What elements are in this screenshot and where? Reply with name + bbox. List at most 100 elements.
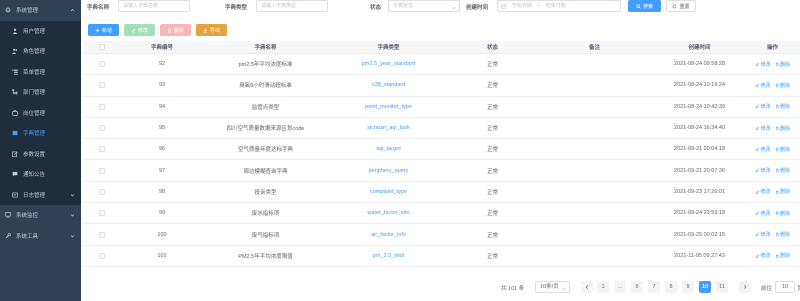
select-all-checkbox[interactable] xyxy=(98,44,105,50)
dict-type-link[interactable]: pm_2.5_limit xyxy=(327,253,450,259)
sidebar-group-monitor[interactable]: 系统监控 xyxy=(0,205,81,226)
date-range-picker[interactable]: 开始日期 - 结束日期 xyxy=(497,0,621,12)
page-number-button[interactable]: 8 xyxy=(665,281,677,293)
row-checkbox[interactable] xyxy=(98,103,105,110)
row-checkbox[interactable] xyxy=(98,210,105,217)
page-number-button[interactable]: 7 xyxy=(648,281,660,293)
sidebar-item-user[interactable]: 用户管理 xyxy=(0,20,81,41)
sidebar-item-dict[interactable]: 字典管理 xyxy=(0,123,81,144)
trash-icon xyxy=(775,190,780,195)
end-date-input[interactable]: 结束日期 xyxy=(546,1,566,11)
row-delete-button[interactable]: 删除 xyxy=(775,103,790,110)
sidebar-item-label: 用户管理 xyxy=(23,28,46,35)
row-edit-button[interactable]: 修改 xyxy=(755,231,771,238)
page-size-select[interactable]: 10条/页 xyxy=(535,281,570,293)
dict-icon xyxy=(12,130,18,136)
chevron-down-icon xyxy=(452,4,456,10)
row-edit-button[interactable]: 修改 xyxy=(755,82,771,89)
page-number-button[interactable]: 1 xyxy=(597,281,609,293)
dict-type-link[interactable]: periphery_query xyxy=(327,168,450,174)
row-delete-button[interactable]: 删除 xyxy=(775,61,790,68)
add-button[interactable]: 新增 xyxy=(88,24,119,36)
dict-type-link[interactable]: pm2.5_year_standard xyxy=(327,61,450,67)
cell-status: 正常 xyxy=(486,83,498,90)
header-remark: 备注 xyxy=(588,45,600,51)
row-checkbox[interactable] xyxy=(98,167,105,174)
dict-type-link[interactable]: sichuan_aqi_task xyxy=(327,125,450,131)
sidebar-item-config[interactable]: 参数设置 xyxy=(0,143,81,164)
row-checkbox[interactable] xyxy=(98,125,105,132)
row-delete-button[interactable]: 删除 xyxy=(775,188,790,195)
trash-icon xyxy=(775,168,780,173)
row-edit-button[interactable]: 修改 xyxy=(755,252,771,259)
page-ellipsis-button[interactable]: ... xyxy=(614,281,626,293)
row-checkbox[interactable] xyxy=(98,61,105,68)
edit-button[interactable]: 修改 xyxy=(124,24,155,36)
sidebar-group-tool[interactable]: 系统工具 xyxy=(0,226,81,247)
dict-type-input[interactable]: 请输入字典类型 xyxy=(256,0,328,12)
row-checkbox[interactable] xyxy=(98,231,105,238)
sidebar-item-log[interactable]: 日志管理 xyxy=(0,184,81,205)
sidebar-item-post[interactable]: 岗位管理 xyxy=(0,102,81,123)
row-edit-button[interactable]: 修改 xyxy=(755,210,771,217)
table-row: 98 投诉类型 complaint_type 正常 2021-09-23 17:26:0… xyxy=(83,182,800,204)
row-delete-button[interactable]: 删除 xyxy=(775,82,790,89)
row-checkbox[interactable] xyxy=(98,252,105,259)
row-edit-button[interactable]: 修改 xyxy=(755,146,771,153)
sidebar-group-label: 系统管理 xyxy=(16,8,39,15)
start-date-input[interactable]: 开始日期 xyxy=(512,1,532,11)
cell-created: 2021-08-24 10:19:24 xyxy=(673,82,726,89)
cell-status: 正常 xyxy=(486,62,498,69)
row-delete-button[interactable]: 删除 xyxy=(775,146,790,153)
page-number-button[interactable]: 10 xyxy=(699,281,711,293)
status-select[interactable]: 字典状态 xyxy=(388,0,460,12)
sidebar-item-menu[interactable]: 菜单管理 xyxy=(0,61,81,82)
sidebar-group-system[interactable]: 系统管理 xyxy=(0,0,81,21)
sidebar-item-notice[interactable]: 通知公告 xyxy=(0,164,81,185)
cell-created: 2021-09-23 17:26:01 xyxy=(673,188,726,195)
row-checkbox[interactable] xyxy=(98,188,105,195)
edit-button-label: 修改 xyxy=(137,27,148,34)
sidebar-item-role[interactable]: 角色管理 xyxy=(0,41,81,62)
export-button[interactable]: 导出 xyxy=(196,24,227,36)
row-edit-button[interactable]: 修改 xyxy=(755,103,771,110)
row-checkbox[interactable] xyxy=(98,146,105,153)
goto-page-input[interactable]: 10 xyxy=(775,281,795,293)
page-number-button[interactable]: 9 xyxy=(682,281,694,293)
sidebar-item-label: 字典管理 xyxy=(23,131,46,138)
cell-code: 92 xyxy=(158,61,166,68)
edit-icon xyxy=(755,254,760,259)
dict-type-link[interactable]: water_factor_info xyxy=(327,210,450,216)
row-edit-button[interactable]: 修改 xyxy=(755,61,771,68)
row-edit-button[interactable]: 修改 xyxy=(755,188,771,195)
dict-name-input[interactable]: 请输入字典名称 xyxy=(118,0,190,12)
calendar-icon xyxy=(501,4,506,9)
prev-page-button[interactable] xyxy=(581,281,593,293)
dict-type-link[interactable]: complaint_type xyxy=(327,189,450,195)
cell-status: 正常 xyxy=(486,147,498,154)
row-edit-button[interactable]: 修改 xyxy=(755,167,771,174)
edit-icon xyxy=(131,28,136,32)
reset-button[interactable]: 重置 xyxy=(666,0,696,12)
sidebar-item-dept[interactable]: 部门管理 xyxy=(0,82,81,103)
row-delete-button[interactable]: 删除 xyxy=(775,125,790,132)
delete-button[interactable]: 删除 xyxy=(160,24,191,36)
dict-type-link[interactable]: air_factor_info xyxy=(327,232,450,238)
row-delete-button[interactable]: 删除 xyxy=(775,210,790,217)
row-delete-button[interactable]: 删除 xyxy=(775,231,790,238)
search-button[interactable]: 搜索 xyxy=(628,0,661,12)
row-edit-button[interactable]: 修改 xyxy=(755,125,771,132)
dict-type-link[interactable]: o38_standard xyxy=(327,82,450,88)
cell-code: 95 xyxy=(158,125,166,132)
trash-icon xyxy=(775,83,780,88)
dict-type-link[interactable]: point_monitor_type xyxy=(327,104,450,110)
dict-type-link[interactable]: aqi_target xyxy=(327,146,450,152)
row-delete-button[interactable]: 删除 xyxy=(775,252,790,259)
row-select-cell xyxy=(83,231,120,238)
next-page-button[interactable] xyxy=(739,281,751,293)
row-checkbox[interactable] xyxy=(98,82,105,89)
reset-button-label: 重置 xyxy=(679,3,690,10)
page-number-button[interactable]: 11 xyxy=(716,281,728,293)
page-number-button[interactable]: 6 xyxy=(631,281,643,293)
row-delete-button[interactable]: 删除 xyxy=(775,167,790,174)
